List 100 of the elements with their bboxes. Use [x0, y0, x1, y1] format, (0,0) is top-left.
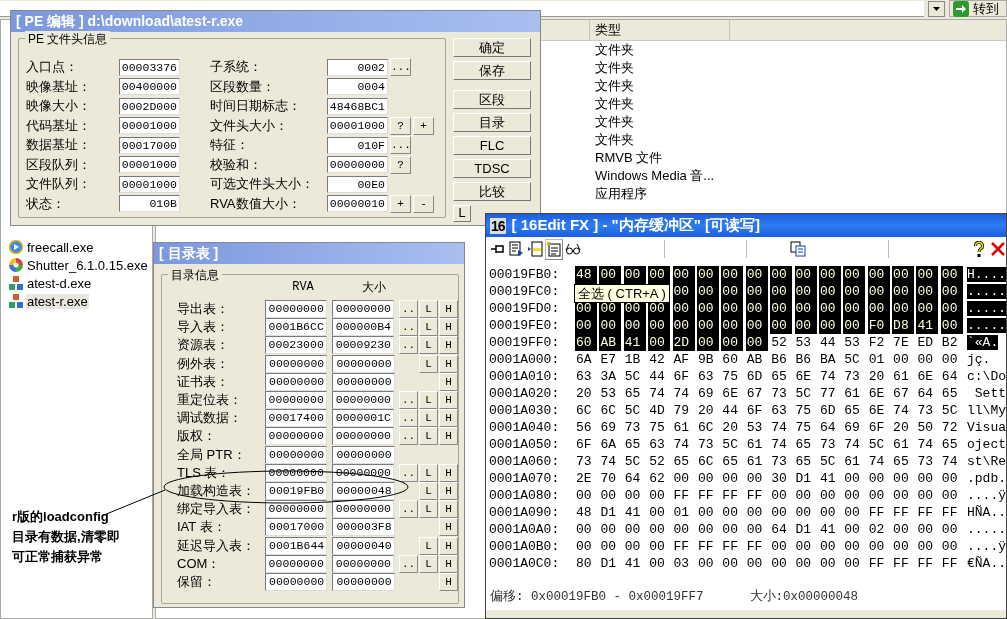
dialog-button[interactable]: 保存 — [453, 61, 531, 80]
value-field[interactable]: 0002 — [327, 58, 388, 76]
value-field[interactable]: 00000000 — [331, 391, 394, 410]
small-button[interactable]: L — [419, 463, 438, 482]
small-button[interactable]: .. — [399, 336, 418, 355]
small-button[interactable]: H — [439, 427, 458, 446]
value-field[interactable]: 00E0 — [327, 175, 388, 193]
small-button[interactable]: L — [419, 500, 438, 519]
small-button[interactable]: H — [439, 354, 458, 373]
dialog-button[interactable]: 确定 — [453, 38, 531, 57]
hex-byte: 00 — [745, 283, 768, 300]
value-field[interactable]: 0002D000 — [119, 97, 180, 115]
ascii-text: ....ÿ — [967, 539, 1006, 554]
value-field[interactable]: 00000000 — [264, 445, 328, 464]
value-field[interactable]: 010F — [327, 136, 388, 154]
small-button[interactable]: .. — [399, 500, 418, 519]
small-button[interactable]: H — [439, 518, 458, 537]
value-field[interactable]: 00000000 — [331, 427, 394, 446]
small-button[interactable]: H — [439, 500, 458, 519]
value-field[interactable]: 0001B644 — [264, 536, 328, 555]
hex-byte: 74 — [818, 368, 837, 385]
dialog-button[interactable]: L — [453, 205, 471, 222]
value-field[interactable]: 00001000 — [119, 117, 180, 134]
value-field[interactable]: 00000000 — [332, 445, 395, 464]
small-button[interactable]: L — [419, 300, 438, 319]
value-field[interactable]: 00000000 — [264, 391, 327, 410]
value-field[interactable]: 00001000 — [119, 175, 180, 193]
value-field[interactable]: 00017000 — [119, 136, 180, 154]
status-text: 偏移: 0x00019FB0 - 0x00019FF7 — [490, 588, 704, 605]
dialog-button[interactable]: FLC — [453, 136, 531, 155]
small-button[interactable]: - — [413, 194, 434, 213]
small-button[interactable]: L — [419, 336, 438, 355]
small-button[interactable]: H — [439, 536, 458, 555]
value-field[interactable]: 00009230 — [331, 336, 394, 355]
value-field[interactable]: 00000000 — [264, 427, 327, 446]
value-field[interactable]: 00000000 — [331, 300, 394, 319]
small-button[interactable]: H — [439, 318, 458, 337]
value-field[interactable]: 00001000 — [327, 117, 388, 134]
small-button[interactable]: L — [419, 391, 438, 410]
small-button[interactable]: + — [390, 194, 411, 213]
value-field[interactable]: 000003F8 — [332, 518, 395, 537]
dialog-button[interactable]: 目录 — [453, 113, 531, 132]
file-item[interactable]: Shutter_6.1.0.15.exe — [26, 257, 149, 273]
value-field[interactable]: 00017400 — [264, 409, 327, 428]
value-field[interactable]: 00000010 — [327, 195, 388, 212]
small-button[interactable]: ... — [390, 58, 411, 76]
small-button[interactable]: L — [419, 354, 438, 373]
file-item[interactable]: atest-r.exe — [26, 293, 89, 309]
small-button[interactable]: L — [419, 536, 438, 555]
small-button[interactable]: .. — [399, 391, 418, 410]
small-button[interactable]: .. — [399, 463, 418, 482]
hex-byte: 41 — [818, 470, 837, 487]
small-button[interactable]: ... — [390, 136, 411, 154]
small-button[interactable]: .. — [399, 427, 418, 446]
dialog-button[interactable]: 区段 — [453, 90, 531, 109]
small-button[interactable]: .. — [399, 554, 418, 573]
value-field[interactable]: 0004 — [327, 78, 388, 95]
small-button[interactable]: H — [439, 336, 458, 355]
file-item[interactable]: freecall.exe — [26, 239, 95, 255]
ascii-text: ..... — [967, 284, 1006, 299]
small-button[interactable]: .. — [399, 318, 418, 337]
small-button[interactable]: ? — [390, 116, 411, 135]
small-button[interactable]: .. — [399, 409, 418, 428]
value-field[interactable]: 0000001C — [331, 409, 394, 428]
value-field[interactable]: 000000B4 — [331, 318, 394, 337]
dialog-button[interactable]: 比较 — [453, 182, 531, 201]
small-button[interactable]: L — [419, 427, 438, 446]
hex-byte: 00 — [599, 317, 622, 334]
value-field[interactable]: 00000000 — [331, 500, 394, 519]
value-field[interactable]: 00017000 — [264, 518, 328, 537]
small-button[interactable]: L — [419, 318, 438, 337]
small-button[interactable]: H — [439, 391, 458, 410]
small-button[interactable]: ? — [390, 155, 411, 174]
dialog-button[interactable]: TDSC — [453, 159, 531, 178]
column-header[interactable]: 类型 — [590, 20, 730, 40]
value-field[interactable]: 0001B6CC — [264, 318, 327, 337]
value-field[interactable]: 00000000 — [332, 354, 395, 373]
small-button[interactable]: H — [439, 463, 458, 482]
dropdown-button[interactable] — [928, 0, 945, 17]
file-item[interactable]: atest-d.exe — [26, 275, 93, 291]
value-field[interactable]: 48468BC1 — [327, 97, 388, 115]
go-button[interactable]: 转到 — [949, 0, 1007, 17]
small-button[interactable]: + — [413, 116, 434, 135]
value-field[interactable]: 00000000 — [264, 300, 327, 319]
value-field[interactable]: 00000000 — [264, 354, 328, 373]
small-button[interactable]: L — [419, 409, 438, 428]
small-button[interactable]: H — [439, 409, 458, 428]
value-field[interactable]: 00023000 — [264, 336, 327, 355]
value-field[interactable]: 00000040 — [332, 536, 395, 555]
hex-byte: 48 — [575, 266, 597, 283]
hex-byte: 5C — [623, 402, 642, 419]
hex-byte: 53 — [843, 334, 861, 351]
small-button[interactable]: H — [439, 300, 458, 319]
value-field[interactable]: 010B — [119, 195, 180, 212]
value-field[interactable]: 00400000 — [119, 78, 180, 95]
value-field[interactable]: 00000000 — [327, 156, 388, 173]
value-field[interactable]: 00001000 — [119, 156, 180, 173]
hex-byte: 74 — [843, 436, 861, 453]
value-field[interactable]: 00003376 — [119, 58, 180, 76]
small-button[interactable]: .. — [399, 300, 418, 319]
